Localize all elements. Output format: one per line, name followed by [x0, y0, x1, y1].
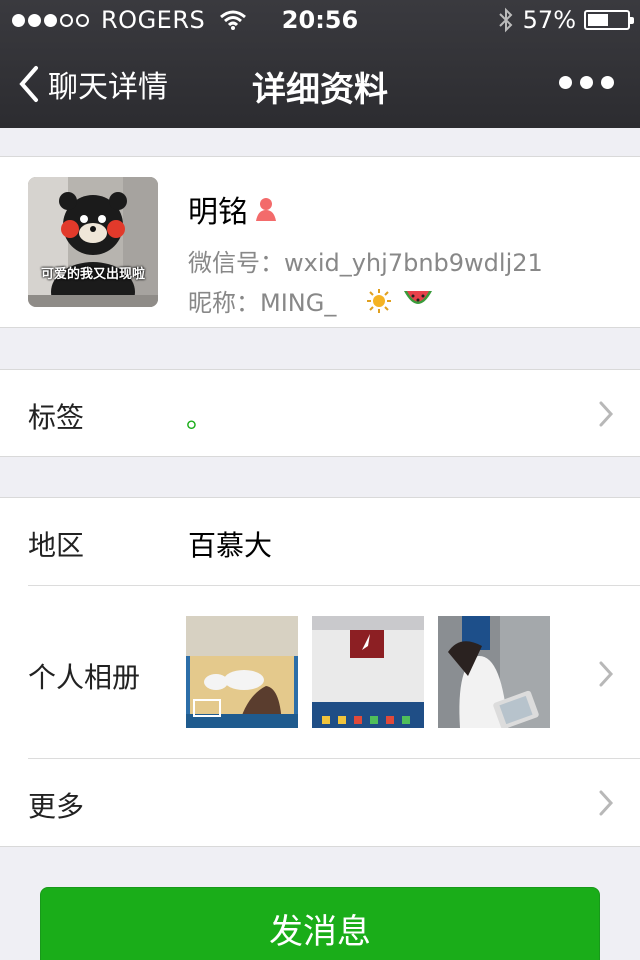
album-photo-2[interactable]: [312, 616, 424, 728]
female-gender-icon: [256, 198, 276, 221]
more-options-button[interactable]: [559, 76, 614, 89]
sun-emoji-icon: [367, 288, 392, 313]
wechat-id: 微信号：wxid_yhj7bnb9wdlj21: [188, 249, 543, 277]
more-label: 更多: [28, 790, 85, 823]
navigation-bar: 聊天详情 详细资料: [0, 40, 640, 128]
album-label: 个人相册: [28, 661, 141, 694]
more-dots-icon: [559, 76, 572, 89]
region-label: 地区: [28, 529, 85, 562]
bear-avatar-image: [28, 177, 158, 307]
info-card: 地区 百慕大 个人相册 更多: [0, 497, 640, 847]
region-value: 百慕大: [188, 529, 273, 562]
watermelon-emoji-icon: [404, 290, 433, 304]
profile-card: 可爱的我又出现啦 明铭 微信号：wxid_yhj7bnb9wdlj21 昵称：M…: [0, 156, 640, 328]
tags-label: 标签: [28, 401, 85, 434]
chevron-right-icon: [599, 401, 614, 427]
nickname: 昵称：MING_: [188, 289, 337, 317]
chevron-right-icon: [599, 790, 614, 816]
top-header: ROGERS 20:56 57% 聊天详情 详细资料: [0, 0, 640, 128]
status-bar: ROGERS 20:56 57%: [0, 0, 640, 40]
battery-icon: [584, 10, 634, 30]
album-photo-1[interactable]: [186, 616, 298, 728]
more-row[interactable]: 更多: [0, 759, 640, 847]
tags-row[interactable]: 标签 。: [0, 369, 640, 457]
nickname-row: 昵称：MING_: [188, 283, 434, 318]
profile-name: 明铭: [188, 195, 248, 230]
bluetooth-icon: [498, 7, 513, 33]
page-title: 详细资料: [252, 70, 388, 110]
profile-name-row: 明铭: [188, 187, 280, 231]
send-message-button[interactable]: 发消息: [40, 887, 600, 960]
chevron-right-icon: [599, 661, 614, 687]
avatar-caption: 可爱的我又出现啦: [40, 267, 145, 282]
tags-value: 。: [186, 401, 215, 434]
battery-percent: 57%: [522, 6, 576, 34]
album-photo-3[interactable]: [438, 616, 550, 728]
avatar[interactable]: 可爱的我又出现啦: [28, 177, 158, 307]
